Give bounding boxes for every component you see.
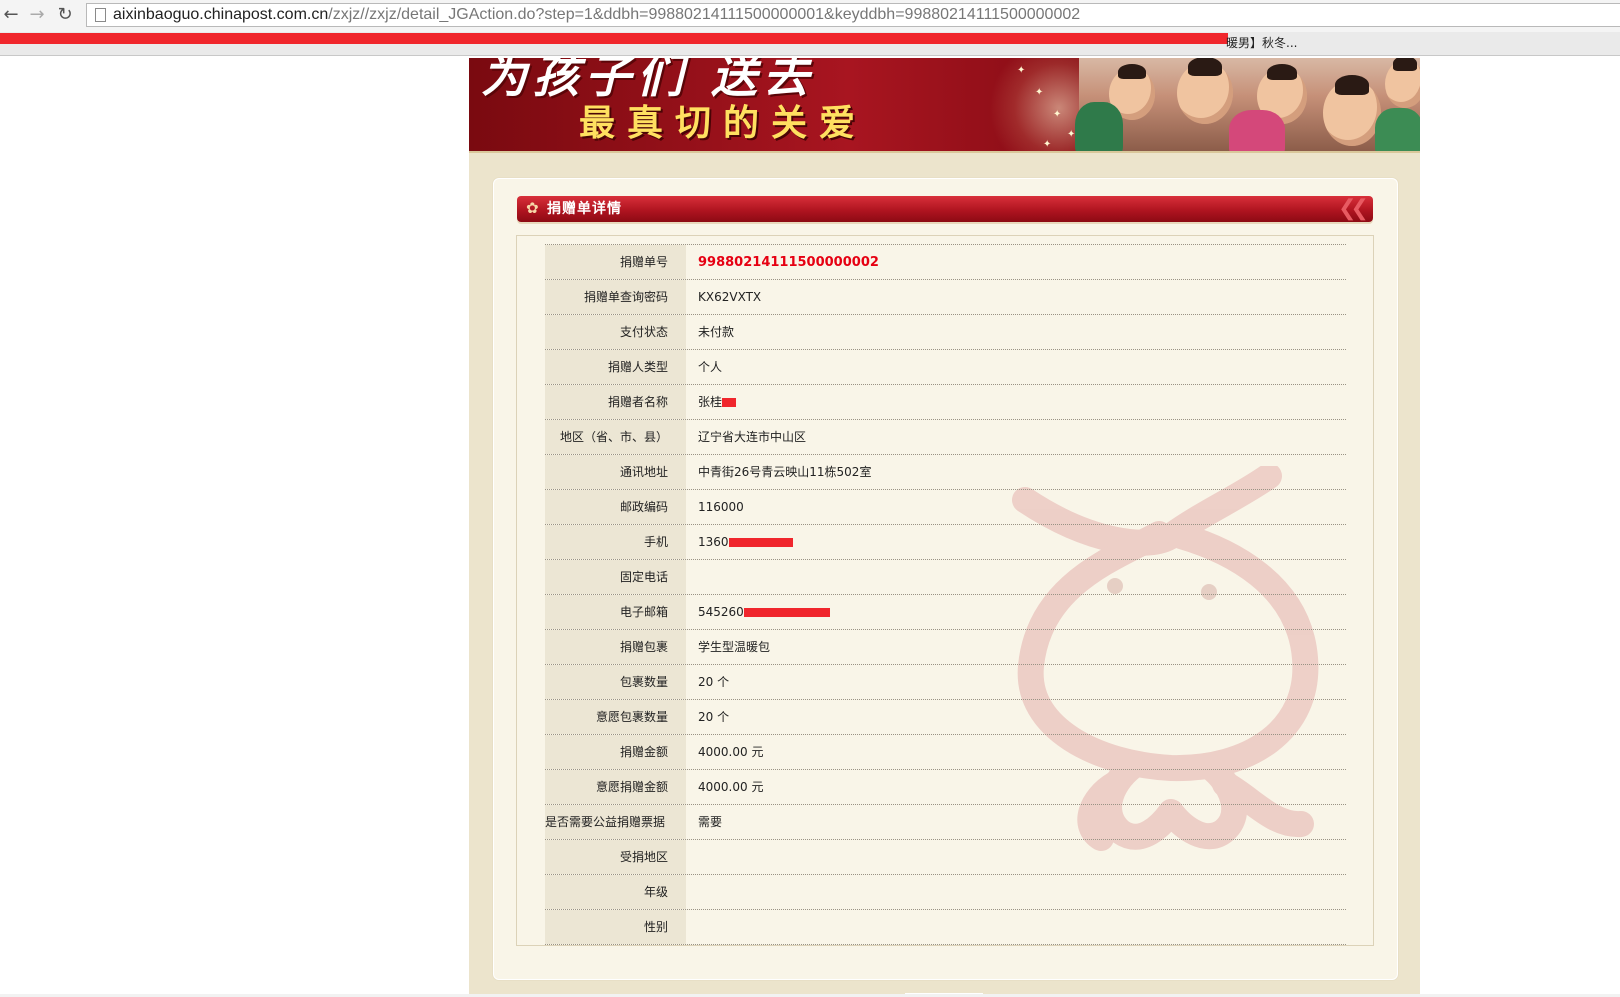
intended-donation-amount: 4000.00 元 — [698, 780, 764, 794]
page-icon — [95, 8, 106, 22]
address-bar[interactable]: aixinbaoguo.chinapost.com.cn/zxjz//zxjz/… — [86, 3, 1620, 27]
table-row: 意愿包裹数量 20 个 — [545, 700, 1346, 735]
flower-icon: ✿ — [526, 199, 539, 217]
query-password: KX62VXTX — [698, 290, 762, 304]
donation-order-number: 99880214111500000002 — [698, 255, 879, 270]
redaction-mark — [722, 398, 737, 407]
table-row: 捐赠金额 4000.00 元 — [545, 735, 1346, 770]
detail-rows: 捐赠单号 99880214111500000002 捐赠单查询密码 KX62VX… — [545, 244, 1346, 945]
banner: 为孩子们 送去 最真切的关爱 ✦ ✦ ✦ ✦ ✦ — [469, 58, 1420, 153]
row-label: 通讯地址 — [545, 455, 686, 489]
row-label: 意愿捐赠金额 — [545, 770, 686, 804]
intended-package-quantity: 20 个 — [698, 710, 730, 724]
receipt-needed: 需要 — [698, 815, 723, 829]
back-arrow-icon[interactable]: ← — [0, 3, 22, 27]
bookmarks-bar: 暖男】秋冬... — [0, 32, 1620, 56]
row-label: 邮政编码 — [545, 490, 686, 524]
row-label: 包裹数量 — [545, 665, 686, 699]
detail-panel: ✿ 捐赠单详情 ❮❮ 捐赠单号 99880214111500000002 捐赠单… — [493, 178, 1398, 980]
region: 辽宁省大连市中山区 — [698, 430, 807, 444]
donor-name: 张桂 — [698, 395, 723, 409]
row-label: 是否需要公益捐赠票据 — [545, 805, 686, 839]
url-host: aixinbaoguo.chinapost.com.cn — [113, 6, 329, 23]
table-row: 手机 1360 — [545, 525, 1346, 560]
mailing-address: 中青街26号青云映山11栋502室 — [698, 465, 872, 479]
row-label: 年级 — [545, 875, 686, 909]
email-cell: 545260 — [698, 595, 830, 630]
row-label: 捐赠单查询密码 — [545, 280, 686, 314]
row-label: 捐赠单号 — [545, 245, 686, 279]
panel-title-bar: ✿ 捐赠单详情 ❮❮ — [517, 196, 1373, 222]
table-row: 捐赠者名称 张桂 — [545, 385, 1346, 420]
table-row: 电子邮箱 545260 — [545, 595, 1346, 630]
donor-name-cell: 张桂 — [698, 385, 737, 420]
table-row: 邮政编码 116000 — [545, 490, 1346, 525]
row-label: 捐赠包裹 — [545, 630, 686, 664]
detail-table: 捐赠单号 99880214111500000002 捐赠单查询密码 KX62VX… — [516, 235, 1374, 946]
table-row: 意愿捐赠金额 4000.00 元 — [545, 770, 1346, 805]
row-label: 支付状态 — [545, 315, 686, 349]
double-chevron-left-icon: ❮❮ — [1338, 196, 1369, 221]
table-row: 支付状态 未付款 — [545, 315, 1346, 350]
row-label: 意愿包裹数量 — [545, 700, 686, 734]
row-label: 捐赠人类型 — [545, 350, 686, 384]
children-photo — [1075, 58, 1420, 151]
redaction-mark — [728, 538, 793, 547]
table-row: 固定电话 — [545, 560, 1346, 595]
donation-package: 学生型温暖包 — [698, 640, 771, 654]
row-label: 捐赠金额 — [545, 735, 686, 769]
redaction-mark — [743, 608, 830, 617]
row-label: 捐赠者名称 — [545, 385, 686, 419]
panel-title: 捐赠单详情 — [547, 201, 622, 217]
table-row: 包裹数量 20 个 — [545, 665, 1346, 700]
row-label: 受捐地区 — [545, 840, 686, 874]
table-row: 是否需要公益捐赠票据 需要 — [545, 805, 1346, 840]
table-row: 捐赠包裹 学生型温暖包 — [545, 630, 1346, 665]
url-text[interactable]: aixinbaoguo.chinapost.com.cn/zxjz//zxjz/… — [113, 4, 1080, 26]
url-path: /zxjz//zxjz/detail_JGAction.do?step=1&dd… — [328, 6, 1081, 23]
table-row: 性别 — [545, 910, 1346, 945]
table-row: 受捐地区 — [545, 840, 1346, 875]
forward-arrow-icon[interactable]: → — [26, 3, 48, 27]
row-label: 性别 — [545, 910, 686, 944]
table-row: 地区（省、市、县） 辽宁省大连市中山区 — [545, 420, 1346, 455]
mobile-phone-cell: 1360 — [698, 525, 793, 560]
bookmark-item[interactable]: 暖男】秋冬... — [1226, 34, 1297, 52]
mobile-phone: 1360 — [698, 535, 729, 549]
table-row: 年级 — [545, 875, 1346, 910]
table-row: 通讯地址 中青街26号青云映山11栋502室 — [545, 455, 1346, 490]
browser-toolbar: ← → ↻ aixinbaoguo.chinapost.com.cn/zxjz/… — [0, 0, 1620, 32]
row-label: 电子邮箱 — [545, 595, 686, 629]
row-label: 手机 — [545, 525, 686, 559]
reload-icon[interactable]: ↻ — [54, 3, 76, 27]
redaction-mark — [0, 33, 1228, 44]
row-label: 固定电话 — [545, 560, 686, 594]
payment-status: 未付款 — [698, 325, 735, 339]
donation-amount: 4000.00 元 — [698, 745, 764, 759]
table-row: 捐赠人类型 个人 — [545, 350, 1346, 385]
table-row: 捐赠单查询密码 KX62VXTX — [545, 280, 1346, 315]
table-row: 捐赠单号 99880214111500000002 — [545, 244, 1346, 280]
package-quantity: 20 个 — [698, 675, 730, 689]
banner-slogan-line2: 最真切的关爱 — [579, 102, 868, 144]
row-label: 地区（省、市、县） — [545, 420, 686, 454]
email: 545260 — [698, 605, 744, 619]
page-content: 为孩子们 送去 最真切的关爱 ✦ ✦ ✦ ✦ ✦ ✿ 捐赠单详情 ❮❮ 捐赠单号… — [469, 58, 1420, 997]
donor-type: 个人 — [698, 360, 723, 374]
postal-code: 116000 — [698, 500, 744, 514]
